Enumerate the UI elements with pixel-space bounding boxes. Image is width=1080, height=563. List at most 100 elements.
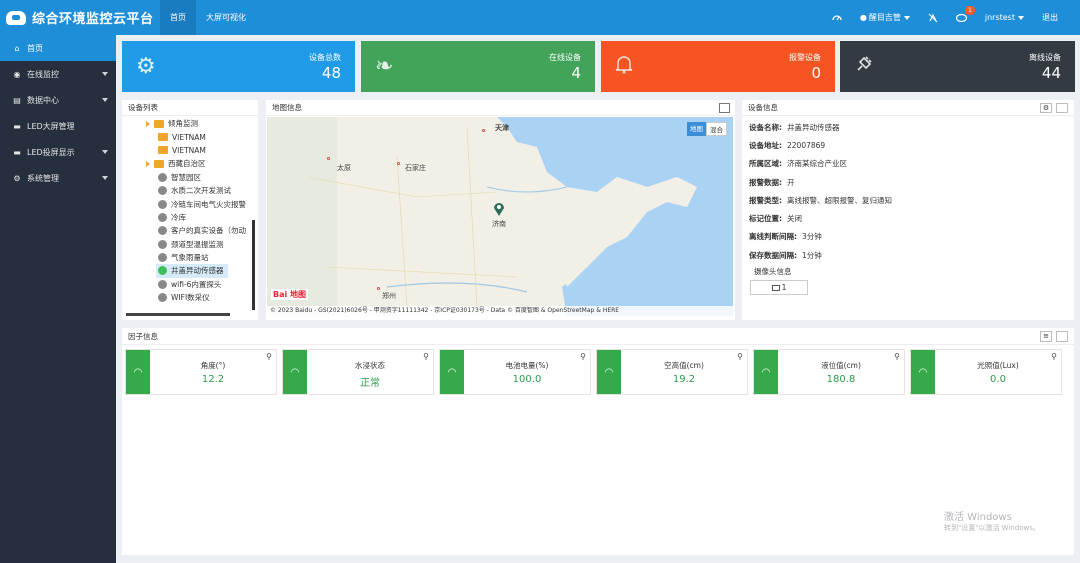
stat-label: 报警设备	[789, 52, 821, 62]
device-list-panel: 设备列表 倾角监测 VIETNAM VIETNAM 西藏自治区 智慧园区 水质二…	[122, 100, 258, 320]
tree-scrollbar[interactable]	[252, 220, 255, 310]
tree-item[interactable]: 气象雨量站	[122, 251, 254, 264]
factor-card-angle[interactable]: ◠ 角度(°) 12.2 ⚲	[125, 349, 277, 395]
tree-item[interactable]: 智慧园区	[122, 171, 254, 184]
video-camera-icon	[771, 284, 780, 291]
notification-badge: 1	[965, 6, 975, 15]
folder-icon	[158, 133, 168, 142]
gear-icon: ⚙	[13, 173, 21, 183]
factor-card-air-height[interactable]: ◠ 空高值(cm) 19.2 ⚲	[596, 349, 748, 395]
tree-item[interactable]: 冷链车间电气火灾报警	[122, 197, 254, 210]
stat-card-offline[interactable]: 离线设备 44	[840, 41, 1075, 92]
wifi-sensor-icon: ◠	[597, 350, 621, 394]
factor-value: 19.2	[672, 374, 696, 385]
nav-big-screen[interactable]: 大屏可视化	[196, 0, 256, 35]
tree-item[interactable]: 颈道型温振监测	[122, 238, 254, 251]
panel-title: 因子信息 ≡	[122, 328, 1074, 345]
tree-item[interactable]: 冷库	[122, 211, 254, 224]
search-icon[interactable]: ⚲	[737, 352, 743, 361]
stat-label: 设备总数	[309, 52, 341, 62]
sidebar-item-led-manage[interactable]: ▬ LED大屏管理	[0, 113, 116, 139]
sidebar-item-label: 数据中心	[27, 95, 59, 105]
tree-item[interactable]: 水质二次开发测试	[122, 184, 254, 197]
region-selector[interactable]: ● 醒目吉管	[851, 0, 919, 35]
tree-item[interactable]: VIETNAM	[122, 130, 254, 143]
chevron-down-icon	[102, 176, 108, 180]
factor-card-water[interactable]: ◠ 水浸状态 正常 ⚲	[282, 349, 434, 395]
factor-name: 角度(°)	[200, 361, 226, 370]
factor-card-battery[interactable]: ◠ 电池电量(%) 100.0 ⚲	[439, 349, 591, 395]
search-icon[interactable]: ⚲	[423, 352, 429, 361]
tree-item[interactable]: VIETNAM	[122, 144, 254, 157]
search-icon[interactable]: ⚲	[1051, 352, 1057, 361]
map-type-hybrid[interactable]: 混合	[706, 122, 727, 136]
fullscreen-icon[interactable]	[719, 103, 730, 113]
wifi-sensor-icon: ◠	[126, 350, 150, 394]
top-header: 综合环境监控云平台 首页 大屏可视化 ● 醒目吉管 1 jnrstest 退出	[0, 0, 1080, 35]
fullscreen-icon[interactable]	[1056, 331, 1068, 342]
map-city-label: 天津	[495, 124, 509, 132]
map-type-switch: 地图 混合	[687, 122, 727, 136]
tree-item[interactable]: 客户的真实设备（勿动	[122, 224, 254, 237]
logout-button[interactable]: 退出	[1033, 0, 1080, 35]
sidebar-item-label: LED大屏管理	[27, 121, 75, 131]
list-view-icon[interactable]: ≡	[1040, 331, 1052, 342]
settings-gear-icon[interactable]: ⚙	[1040, 103, 1052, 113]
factor-name: 空高值(cm)	[664, 361, 704, 370]
chevron-down-icon	[102, 150, 108, 154]
device-status-icon	[158, 253, 167, 263]
leaf-icon: ❧	[375, 54, 394, 79]
factor-value: 180.8	[826, 374, 856, 385]
tree-item[interactable]: 倾角监测	[122, 117, 254, 130]
search-icon[interactable]: ⚲	[266, 352, 272, 361]
stat-card-total[interactable]: ⚙ 设备总数 48	[122, 41, 355, 92]
stat-card-online[interactable]: ❧ 在线设备 4	[361, 41, 595, 92]
map-city-label: 石家庄	[405, 164, 426, 172]
tree-hscrollbar[interactable]	[126, 313, 230, 316]
mute-icon[interactable]	[919, 0, 947, 35]
stat-value: 48	[321, 63, 341, 82]
panel-title: 设备信息 ⚙	[742, 100, 1074, 116]
search-icon[interactable]: ⚲	[894, 352, 900, 361]
info-row-mark-position: 标记位置: 关闭	[749, 214, 802, 224]
device-tree[interactable]: 倾角监测 VIETNAM VIETNAM 西藏自治区 智慧园区 水质二次开发测试…	[122, 117, 254, 317]
cloud-logo-icon	[6, 10, 26, 25]
sidebar-item-data-center[interactable]: ▤ 数据中心	[0, 87, 116, 113]
username: jnrstest	[984, 13, 1015, 22]
map-view[interactable]: 天津 太原 石家庄 济南 郑州 地图 混合 Bai 地图 © 2023 Baid…	[267, 117, 733, 316]
dashboard-icon[interactable]	[823, 0, 851, 35]
stat-value: 0	[811, 63, 821, 82]
globe-icon: ●	[859, 13, 867, 22]
info-row-alarm-type: 报警类型: 离线报警、超限报警、复归通知	[749, 195, 892, 205]
notification-button[interactable]: 1	[947, 0, 976, 35]
map-marker-icon[interactable]	[493, 201, 505, 217]
map-city-label: 郑州	[382, 292, 396, 300]
cloud-notify-icon	[955, 13, 967, 22]
map-type-map[interactable]: 地图	[687, 122, 706, 136]
sidebar: ⌂ 首页 ◉ 在线监控 ▤ 数据中心 ▬ LED大屏管理 ▬ LED投屏显示 ⚙…	[0, 35, 116, 563]
stat-card-alarm[interactable]: 报警设备 0	[601, 41, 835, 92]
tree-item-selected[interactable]: 井盖异动传感器	[156, 264, 228, 278]
device-status-icon	[158, 239, 167, 249]
stat-label: 在线设备	[549, 52, 581, 62]
sidebar-item-led-display[interactable]: ▬ LED投屏显示	[0, 139, 116, 165]
windows-activation-hint: 转到"设置"以激活 Windows。	[944, 524, 1040, 532]
search-icon[interactable]: ⚲	[580, 352, 586, 361]
sidebar-item-online-monitor[interactable]: ◉ 在线监控	[0, 61, 116, 87]
tree-item[interactable]: WIFI数采仪	[122, 291, 254, 304]
top-nav: 首页 大屏可视化	[160, 0, 256, 35]
sidebar-item-home[interactable]: ⌂ 首页	[0, 35, 116, 61]
sidebar-item-system[interactable]: ⚙ 系统管理	[0, 165, 116, 191]
factor-value: 12.2	[201, 374, 225, 385]
camera-button[interactable]: 1	[750, 280, 808, 296]
user-menu[interactable]: jnrstest	[976, 0, 1033, 35]
wifi-sensor-icon: ◠	[754, 350, 778, 394]
factor-card-lux[interactable]: ◠ 光照值(Lux) 0.0 ⚲	[910, 349, 1062, 395]
fullscreen-icon[interactable]	[1056, 103, 1068, 113]
factor-card-level[interactable]: ◠ 液位值(cm) 180.8 ⚲	[753, 349, 905, 395]
app-logo[interactable]: 综合环境监控云平台	[0, 8, 160, 27]
tree-item[interactable]: wifi-6内置探头	[122, 278, 254, 291]
tree-item[interactable]: 西藏自治区	[122, 157, 254, 170]
nav-home[interactable]: 首页	[160, 0, 196, 35]
device-status-icon	[158, 186, 167, 196]
